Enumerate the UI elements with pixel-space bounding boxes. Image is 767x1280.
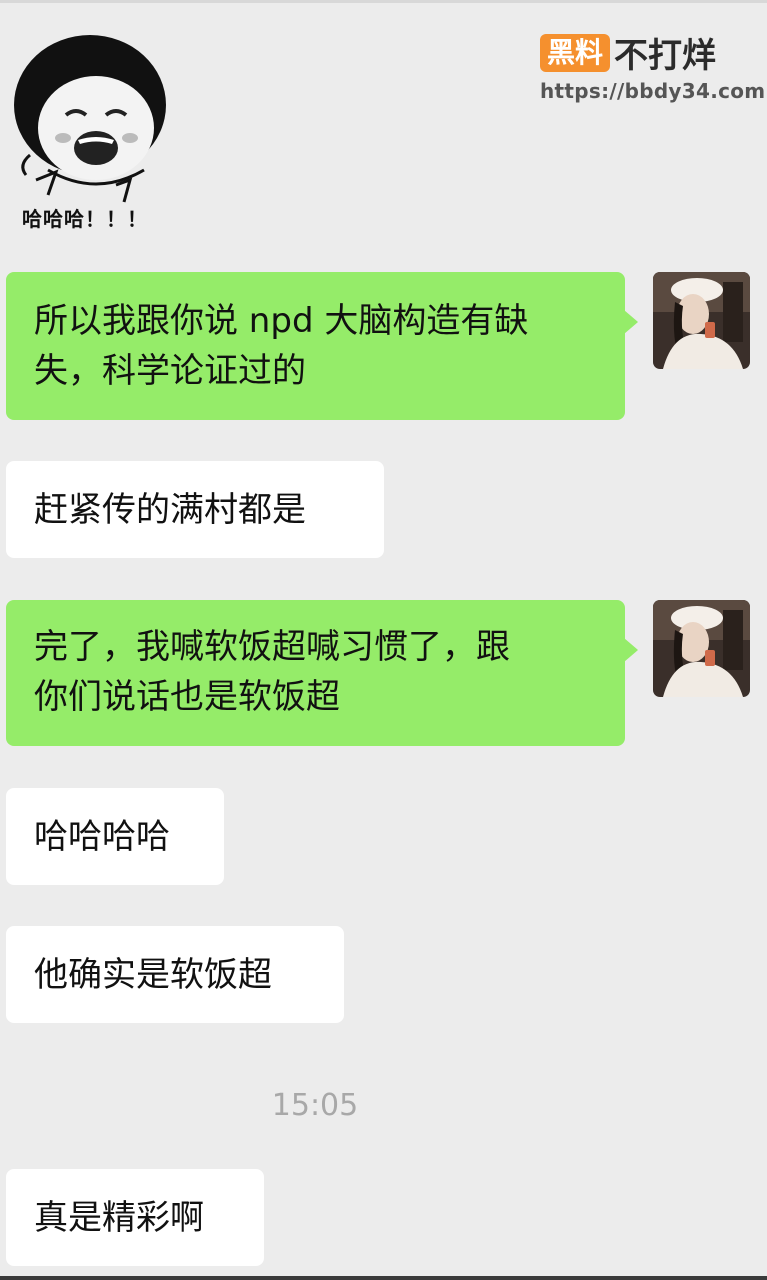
message-text: 哈哈哈哈 bbox=[34, 817, 170, 857]
message-text: 赶紧传的满村都是 bbox=[34, 490, 306, 530]
message-text: 真是精彩啊 bbox=[34, 1198, 204, 1238]
message-bubble-received[interactable]: 赶紧传的满村都是 bbox=[6, 461, 384, 558]
message-bubble-received[interactable]: 真是精彩啊 bbox=[6, 1169, 264, 1266]
watermark: 黑料 不打烊 https://bbdy34.com bbox=[540, 28, 766, 103]
user-avatar[interactable] bbox=[653, 272, 750, 369]
message-line: 你们说话也是软饭超 bbox=[34, 677, 340, 717]
watermark-badge: 黑料 bbox=[540, 33, 611, 72]
message-bubble-received[interactable]: 他确实是软饭超 bbox=[6, 926, 344, 1023]
laughing-sticker-icon[interactable] bbox=[8, 30, 173, 230]
message-line: 失，科学论证过的 bbox=[34, 351, 306, 391]
message-line: 所以我跟你说 npd 大脑构造有缺 bbox=[34, 301, 529, 341]
watermark-title: 不打烊 bbox=[614, 36, 717, 76]
message-bubble-sent[interactable]: 所以我跟你说 npd 大脑构造有缺 失，科学论证过的 bbox=[6, 272, 638, 420]
bottom-frame-edge bbox=[0, 1276, 767, 1280]
timestamp: 15:05 bbox=[271, 1088, 359, 1123]
message-bubble-received[interactable]: 哈哈哈哈 bbox=[6, 788, 224, 885]
message-line: 完了，我喊软饭超喊习惯了，跟 bbox=[34, 627, 510, 667]
top-frame-edge bbox=[0, 0, 767, 3]
watermark-url: https://bbdy34.com bbox=[540, 79, 766, 103]
user-avatar[interactable] bbox=[653, 600, 750, 697]
message-bubble-sent[interactable]: 完了，我喊软饭超喊习惯了，跟 你们说话也是软饭超 bbox=[6, 600, 638, 746]
sticker-caption: 哈哈哈！！！ bbox=[22, 207, 148, 231]
message-text: 他确实是软饭超 bbox=[34, 955, 272, 995]
